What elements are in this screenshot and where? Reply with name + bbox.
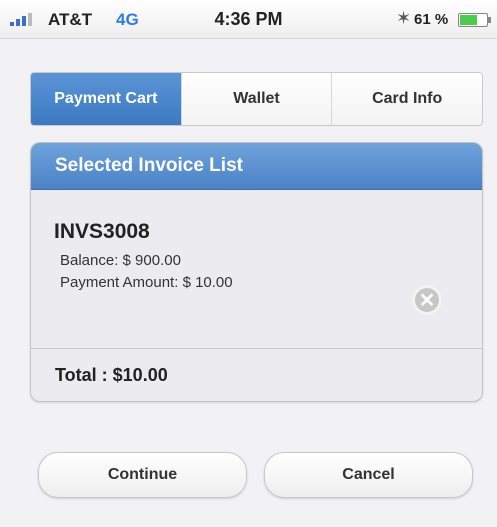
- invoice-id: INVS3008: [54, 220, 150, 243]
- bluetooth-icon: ✶: [396, 8, 412, 28]
- tab-payment-cart[interactable]: Payment Cart: [31, 73, 181, 125]
- tab-wallet[interactable]: Wallet: [180, 73, 332, 125]
- invoice-item: INVS3008 Balance: $ 900.00 Payment Amoun…: [31, 190, 482, 349]
- remove-invoice-icon[interactable]: ✕: [412, 285, 442, 315]
- battery-icon: [458, 13, 491, 27]
- invoice-payment-amount: Payment Amount: $ 10.00: [60, 274, 233, 291]
- invoice-panel: Selected Invoice List INVS3008 Balance: …: [30, 142, 483, 402]
- segmented-tabs: Payment Cart Wallet Card Info: [30, 72, 483, 126]
- total-label: Total : $10.00: [55, 365, 168, 385]
- panel-title: Selected Invoice List: [31, 143, 482, 190]
- cancel-button[interactable]: Cancel: [264, 452, 473, 498]
- tab-card-info[interactable]: Card Info: [331, 73, 482, 125]
- battery-percent: 61 %: [414, 11, 449, 28]
- continue-button[interactable]: Continue: [38, 452, 247, 498]
- invoice-balance: Balance: $ 900.00: [60, 252, 181, 269]
- status-bar: AT&T 4G 4:36 PM ✶ 61 %: [0, 0, 497, 39]
